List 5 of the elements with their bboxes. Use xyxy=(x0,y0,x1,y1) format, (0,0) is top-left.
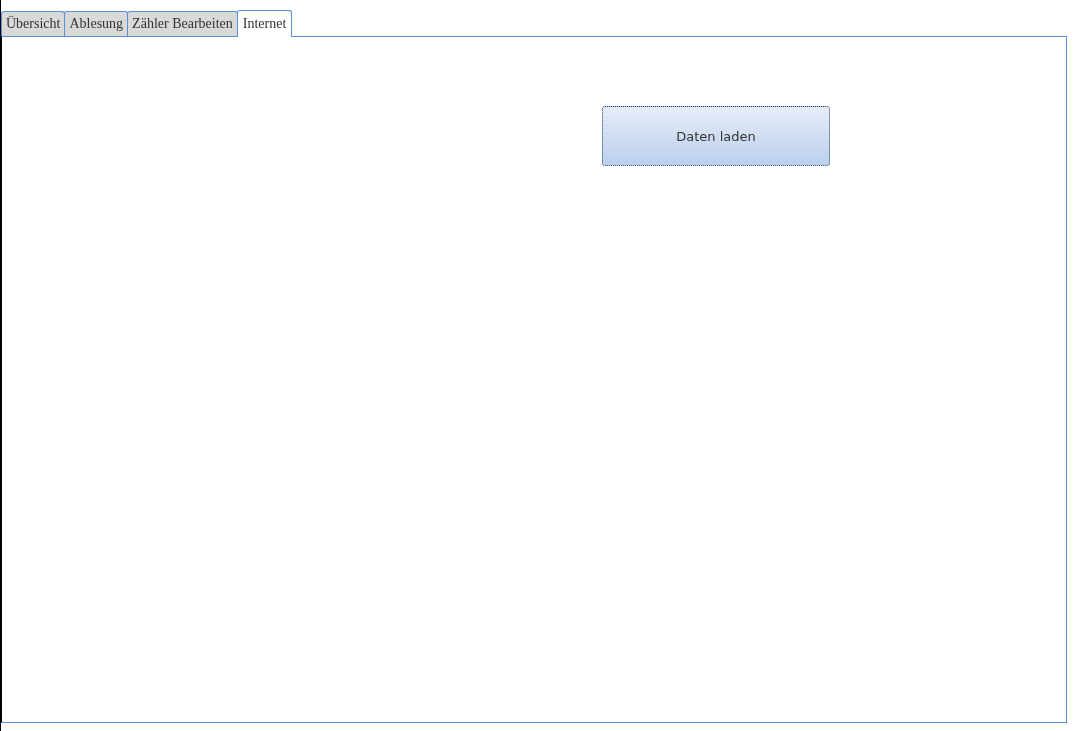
tab[interactable]: Ablesung xyxy=(64,11,129,36)
tab[interactable]: Internet xyxy=(236,10,293,37)
tab[interactable]: Übersicht xyxy=(1,11,66,36)
tab[interactable]: Zähler Bearbeiten xyxy=(127,11,238,36)
load-data-button[interactable]: Daten laden xyxy=(602,106,830,166)
